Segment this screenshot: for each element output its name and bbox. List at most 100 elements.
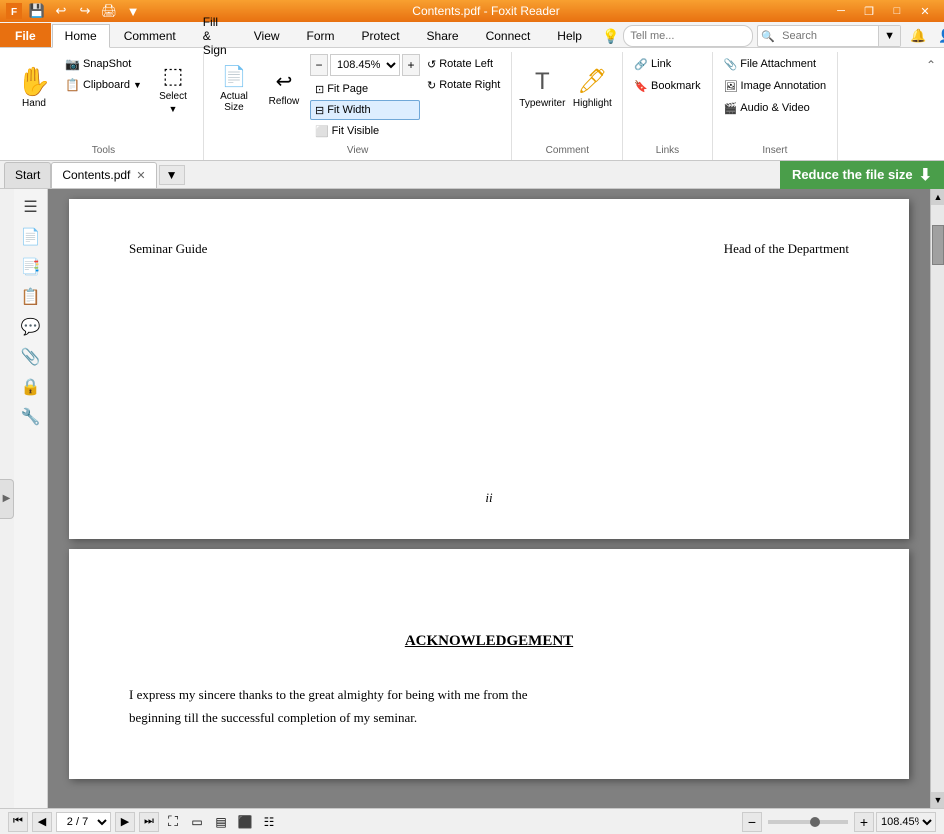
actual-size-icon: 📄 [222,64,247,89]
zoom-in-button[interactable]: + [402,54,420,76]
notification-button[interactable]: 🔔 [905,25,931,47]
tab-home[interactable]: Home [52,24,110,48]
snapshot-button[interactable]: 📷 SnapShot [60,54,147,74]
scroll-up-button[interactable]: ▲ [931,189,944,205]
hand-tool-button[interactable]: ✋ Hand [10,54,58,122]
contents-tab[interactable]: Contents.pdf ✕ [51,162,156,188]
tell-me-input[interactable] [623,25,753,47]
tab-share[interactable]: Share [414,23,472,47]
seminar-guide-text: Seminar Guide [129,239,207,260]
rotate-sub: ↺ Rotate Left ↻ Rotate Right [422,54,505,95]
pdf-viewer-area[interactable]: Seminar Guide Head of the Department ii … [48,189,930,808]
file-attachment-button[interactable]: 📎 File Attachment [719,54,832,74]
scroll-down-button[interactable]: ▼ [931,792,944,808]
page-content-2: ACKNOWLEDGEMENT I express my sincere tha… [129,629,849,730]
sidebar-button-layers[interactable]: 📋 [17,283,45,311]
tab-comment[interactable]: Comment [111,23,189,47]
zoom-slider-thumb[interactable] [810,817,820,827]
select-icon: ⬚ [163,63,184,89]
tab-file[interactable]: File [0,23,51,47]
sidebar-button-bookmarks[interactable]: 📑 [17,253,45,281]
reflow-button[interactable]: ↩ Reflow [260,54,308,122]
audio-video-button[interactable]: 🎬 Audio & Video [719,98,832,118]
insert-group-content: 📎 File Attachment 🖼 Image Annotation 🎬 A… [719,52,832,143]
quick-access-toolbar: 💾 ↩ ↪ 🖨 ▼ [26,2,144,20]
highlight-icon: 🖊 [577,67,607,96]
typewriter-icon: T [535,68,550,96]
titlebar-left: F 💾 ↩ ↪ 🖨 ▼ [6,2,144,20]
tab-fill-sign[interactable]: Fill & Sign [190,23,240,47]
sidebar-button-menu[interactable]: ☰ [17,193,45,221]
reduce-file-size-button[interactable]: Reduce the file size ⬇ [780,161,944,189]
sidebar-button-security[interactable]: 🔒 [17,373,45,401]
image-annotation-button[interactable]: 🖼 Image Annotation [719,76,832,96]
print-icon[interactable]: 🖨 [98,2,120,20]
link-icon: 🔗 [634,58,648,71]
search-input[interactable] [778,26,878,46]
select-tool-button[interactable]: ⬚ Select ▼ [149,54,197,122]
tab-form[interactable]: Form [294,23,348,47]
highlight-button[interactable]: 🖊 Highlight [568,54,616,122]
reflow-icon: ↩ [276,69,293,94]
scroll-thumb[interactable] [932,225,944,265]
tabs-dropdown-button[interactable]: ▼ [159,165,185,185]
tab-view[interactable]: View [241,23,293,47]
minimize-button[interactable]: ─ [828,3,854,19]
user-area: 🔔 👤 ⌃ [905,25,944,47]
scroll-track[interactable] [931,205,944,792]
fit-width-button[interactable]: ⊟ Fit Width [310,100,420,120]
start-tab[interactable]: Start [4,162,51,188]
sidebar-button-pages[interactable]: 📄 [17,223,45,251]
redo-icon[interactable]: ↪ [74,2,96,20]
close-button[interactable]: ✕ [912,3,938,19]
fit-visible-button[interactable]: ⬜ Fit Visible [310,121,420,141]
pdf-page-2: ACKNOWLEDGEMENT I express my sincere tha… [69,549,909,779]
tools-group-content: ✋ Hand 📷 SnapShot 📋 Clipboard ▼ ⬚ Select… [10,52,197,143]
acknowledgement-body-line2: beginning till the successful completion… [129,706,849,729]
links-sub: 🔗 Link 🔖 Bookmark [629,54,705,96]
view-group-label: View [210,143,505,160]
undo-icon[interactable]: ↩ [50,2,72,20]
rotate-right-button[interactable]: ↻ Rotate Right [422,75,505,95]
restore-button[interactable]: ❐ [856,3,882,19]
links-group-content: 🔗 Link 🔖 Bookmark [629,52,705,143]
app-icon: F [6,3,22,19]
snapshot-icon: 📷 [65,57,80,71]
typewriter-button[interactable]: T Typewriter [518,54,566,122]
statusbar: ⏮ ◀ 2 / 7 ▶ ⏭ ⛶ ▭ ▤ ⬛ ☷ − + 108.45% [0,808,944,834]
pdf-page-1: Seminar Guide Head of the Department ii [69,199,909,539]
sidebar-button-tools[interactable]: 🔧 [17,403,45,431]
ribbon-collapse-button[interactable]: ⌃ [922,56,940,74]
sidebar-button-attachments[interactable]: 📎 [17,343,45,371]
page-header-row: Seminar Guide Head of the Department [129,239,849,260]
insert-sub: 📎 File Attachment 🖼 Image Annotation 🎬 A… [719,54,832,118]
maximize-button[interactable]: □ [884,3,910,19]
insert-group-label: Insert [719,143,832,160]
page1-spacer [129,280,849,480]
tab-help[interactable]: Help [544,23,595,47]
start-tab-label: Start [15,168,40,182]
fit-page-button[interactable]: ⊡ Fit Page [310,79,420,99]
zoom-slider-track[interactable] [768,820,848,824]
sidebar-button-comments[interactable]: 💬 [17,313,45,341]
search-submit-button[interactable]: ▼ [878,26,900,46]
tab-protect[interactable]: Protect [349,23,413,47]
audio-video-icon: 🎬 [724,102,738,115]
customize-icon[interactable]: ▼ [122,2,144,20]
hand-icon: ✋ [17,68,52,96]
actual-size-button[interactable]: 📄 Actual Size [210,54,258,122]
fit-width-icon: ⊟ [315,104,324,117]
tab-connect[interactable]: Connect [473,23,544,47]
bookmark-button[interactable]: 🔖 Bookmark [629,76,705,96]
zoom-select[interactable]: 108.45% 100% 75% 150% [330,54,400,76]
link-button[interactable]: 🔗 Link [629,54,705,74]
close-tab-icon[interactable]: ✕ [136,169,145,182]
comment-group-label: Comment [518,143,616,160]
sidebar-expand-button[interactable]: ▶ [0,479,14,519]
user-account-button[interactable]: 👤 [933,25,944,47]
view-group-content: 📄 Actual Size ↩ Reflow − 108.45% 100% 75… [210,52,505,143]
rotate-left-button[interactable]: ↺ Rotate Left [422,54,505,74]
zoom-out-button[interactable]: − [310,54,328,76]
clipboard-button[interactable]: 📋 Clipboard ▼ [60,75,147,95]
save-icon[interactable]: 💾 [26,2,48,20]
